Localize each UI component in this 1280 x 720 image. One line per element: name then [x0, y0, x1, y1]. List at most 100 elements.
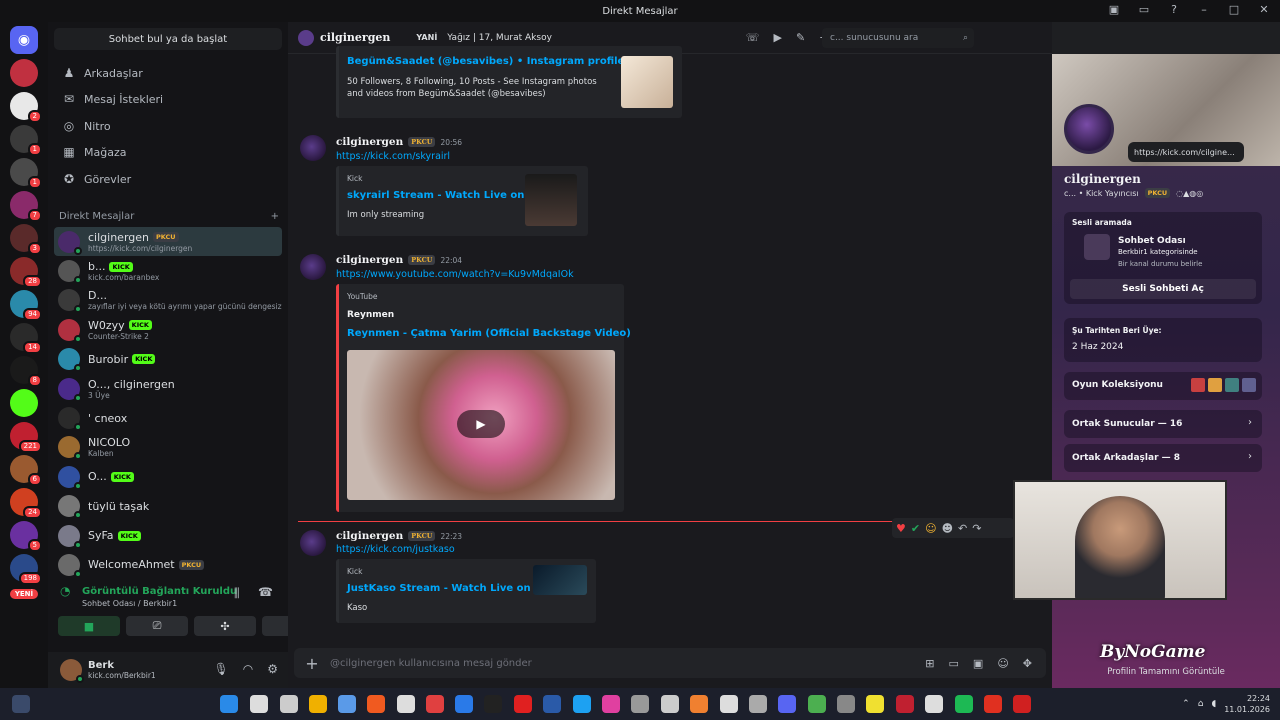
taskbar-app-icon[interactable] [338, 695, 356, 713]
chevron-up-icon[interactable]: ⌃ [1182, 699, 1190, 709]
taskbar-app-icon[interactable] [749, 695, 767, 713]
maximize-icon[interactable]: □ [1226, 3, 1242, 16]
nav-message-requests[interactable]: ✉ Mesaj İstekleri [54, 86, 282, 112]
server-icon[interactable]: 24 [10, 488, 42, 519]
server-icon[interactable]: 3 [10, 224, 42, 255]
network-icon[interactable]: ⌂ [1198, 699, 1204, 709]
camera-button[interactable]: ■ [58, 616, 120, 636]
taskbar-app-icon[interactable] [1013, 695, 1031, 713]
voice-call-icon[interactable]: ☏ [746, 31, 760, 44]
taskbar-app-icon[interactable] [866, 695, 884, 713]
message-link[interactable]: https://www.youtube.com/watch?v=Ku9vMdqa… [336, 269, 574, 280]
nav-nitro[interactable]: ◎ Nitro [54, 113, 282, 139]
avatar[interactable] [300, 530, 326, 556]
help-icon[interactable]: ? [1166, 3, 1182, 16]
taskbar-app-icon[interactable] [543, 695, 561, 713]
voice-room-name[interactable]: Sohbet Odası [1118, 236, 1186, 246]
weather-widget-icon[interactable] [12, 695, 30, 713]
video-call-icon[interactable]: ▶ [773, 31, 781, 44]
taskbar-app-icon[interactable] [573, 695, 591, 713]
server-icon[interactable]: 8 [10, 356, 42, 387]
view-full-profile-link[interactable]: Profilin Tamamını Görüntüle [1052, 667, 1280, 677]
new-servers-pill[interactable]: YENİ [9, 589, 39, 599]
embed-author[interactable]: Reynmen [347, 310, 394, 320]
dm-search-button[interactable]: Sohbet bul ya da başlat [54, 28, 282, 50]
game-collection-row[interactable]: Oyun Koleksiyonu [1064, 372, 1262, 400]
taskbar-app-icon[interactable] [808, 695, 826, 713]
taskbar-app-icon[interactable] [778, 695, 796, 713]
check-reaction-icon[interactable]: ✔ [911, 522, 920, 535]
server-icon[interactable]: 94 [10, 290, 42, 321]
screen-icon[interactable]: ▭ [1136, 3, 1152, 16]
instagram-thumbnail[interactable] [621, 56, 673, 108]
profile-custom-status[interactable]: https://kick.com/cilgine... [1128, 142, 1244, 162]
create-dm-icon[interactable]: + [271, 211, 279, 222]
taskbar-app-icon[interactable] [925, 695, 943, 713]
taskbar-app-icon[interactable] [602, 695, 620, 713]
screen-share-button[interactable]: ⎚ [126, 616, 188, 636]
avatar[interactable] [300, 135, 326, 161]
disconnect-icon[interactable]: ☎ [258, 585, 273, 599]
taskbar-app-icon[interactable] [426, 695, 444, 713]
clock[interactable]: 22:24 11.01.2026 [1224, 693, 1270, 715]
taskbar-app-icon[interactable] [397, 695, 415, 713]
message-composer[interactable]: + @cilginergen kullanıcısına mesaj gönde… [294, 648, 1046, 678]
embed-title-link[interactable]: Reynmen - Çatma Yarim (Official Backstag… [347, 328, 631, 339]
taskbar-app-icon[interactable] [720, 695, 738, 713]
avatar[interactable] [300, 254, 326, 280]
nav-friends[interactable]: ♟ Arkadaşlar [54, 60, 282, 86]
server-icon[interactable]: 1 [10, 125, 42, 156]
reply-icon[interactable]: ↶ [958, 522, 967, 535]
dm-item[interactable]: W0zyy KICK Counter-Strike 2 [54, 315, 282, 344]
taskbar-app-icon[interactable] [484, 695, 502, 713]
server-icon[interactable] [10, 59, 38, 87]
server-icon[interactable]: 7 [10, 191, 42, 222]
server-icon[interactable]: 1 [10, 158, 42, 189]
server-icon[interactable]: 14 [10, 323, 42, 354]
forward-icon[interactable]: ↷ [972, 522, 981, 535]
taskbar-app-icon[interactable] [896, 695, 914, 713]
taskbar-app-icon[interactable] [455, 695, 473, 713]
discord-home-icon[interactable]: ◉ [10, 26, 38, 54]
user-panel[interactable]: Berk kick.com/Berkbir1 🎙 ◠ ⚙ [48, 652, 288, 688]
message-link[interactable]: https://kick.com/skyrairl [336, 151, 450, 162]
chat-recipient-name[interactable]: cilginergen [320, 31, 390, 44]
dm-item[interactable]: b... KICK kick.com/baranbex [54, 256, 282, 285]
stream-thumbnail[interactable] [525, 174, 577, 226]
stream-thumbnail[interactable] [533, 565, 587, 595]
headphones-icon[interactable]: ◠ [243, 662, 253, 676]
mutual-friends-row[interactable]: Ortak Arkadaşlar — 8 › [1064, 444, 1262, 472]
taskbar-app-icon[interactable] [984, 695, 1002, 713]
embed-title-link[interactable]: JustKaso Stream - Watch Live on Kick [347, 583, 558, 594]
dm-item[interactable]: O..., cilginergen 3 Üye [54, 374, 282, 403]
server-icon[interactable]: 221 [10, 422, 42, 453]
mutual-servers-row[interactable]: Ortak Sunucular — 16 › [1064, 410, 1262, 438]
dm-item[interactable]: Burobir KICK [54, 345, 282, 374]
avatar[interactable] [60, 659, 84, 683]
gift-icon[interactable]: ⊞ [925, 657, 934, 670]
join-voice-button[interactable]: Sesli Sohbeti Aç [1070, 279, 1256, 299]
inbox-icon[interactable]: ▣ [1106, 3, 1122, 16]
taskbar-app-icon[interactable] [514, 695, 532, 713]
message-author[interactable]: cilginergen PKCU 20:56 [336, 136, 462, 148]
dm-item[interactable]: NICOLO Kalben [54, 433, 282, 462]
laugh-reaction-icon[interactable]: ☺ [925, 522, 936, 535]
message-author[interactable]: cilginergen PKCU 22:04 [336, 254, 462, 266]
activities-button[interactable]: ✣ [194, 616, 256, 636]
taskbar-app-icon[interactable] [309, 695, 327, 713]
taskbar-app-icon[interactable] [837, 695, 855, 713]
apps-icon[interactable]: ✥ [1023, 657, 1032, 670]
nav-quests[interactable]: ✪ Görevler [54, 166, 282, 192]
noise-icon[interactable]: ⫼ [234, 586, 240, 601]
close-icon[interactable]: ✕ [1256, 3, 1272, 16]
taskbar-app-icon[interactable] [955, 695, 973, 713]
taskbar-app-icon[interactable] [367, 695, 385, 713]
settings-gear-icon[interactable]: ⚙ [267, 662, 278, 676]
minimize-icon[interactable]: – [1196, 3, 1212, 16]
avatar[interactable] [1064, 104, 1114, 154]
dm-item[interactable]: O... KICK [54, 462, 282, 491]
volume-icon[interactable]: ◖ [1211, 699, 1216, 709]
server-icon[interactable]: 6 [10, 455, 42, 486]
message-input[interactable]: @cilginergen kullanıcısına mesaj gönder [330, 658, 925, 669]
add-attachment-icon[interactable]: + [294, 654, 330, 673]
